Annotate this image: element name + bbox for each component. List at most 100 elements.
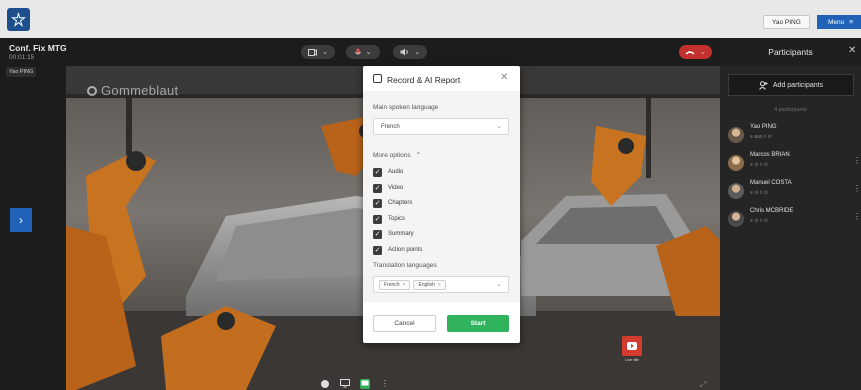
chevron-up-icon: ⌃ xyxy=(415,152,422,159)
avatar xyxy=(728,127,744,143)
dialog-header: Record & AI Report ✕ xyxy=(363,66,520,91)
option-label: Action points xyxy=(388,247,423,253)
option-video[interactable]: ✓ Video xyxy=(373,183,403,193)
speaker-icon xyxy=(400,48,408,56)
record-icon[interactable] xyxy=(320,379,330,389)
dialog-footer: Cancel Start xyxy=(363,302,520,343)
participants-title: Participants xyxy=(768,47,813,57)
translation-tag[interactable]: French × xyxy=(379,279,411,290)
participant-status: ≡ ⊙ ◊ ⊙ xyxy=(750,190,768,196)
translation-tag[interactable]: English × xyxy=(413,279,446,290)
more-options-toggle[interactable]: More options ⌃ xyxy=(373,151,422,160)
language-select[interactable]: French ⌄ xyxy=(373,118,509,135)
chevron-down-icon: ⌄ xyxy=(496,281,502,288)
remove-tag-icon[interactable]: × xyxy=(403,282,406,288)
record-report-icon xyxy=(373,74,382,83)
participant-row[interactable]: Yao PING ≡ aux ◊ ⊙ xyxy=(725,124,861,150)
speaker-toggle[interactable]: ⌄ xyxy=(393,45,427,59)
dialog-title: Record & AI Report xyxy=(387,75,461,85)
hang-up-icon xyxy=(685,50,695,54)
watermark-text: Gommeblaut xyxy=(101,83,179,98)
more-options-icon[interactable]: ⋮ xyxy=(853,184,861,193)
video-watermark: Gommeblaut xyxy=(87,83,178,98)
tag-label: English xyxy=(418,281,435,288)
chat-icon[interactable] xyxy=(360,378,370,389)
checkbox-checked-icon: ✓ xyxy=(373,214,382,224)
option-audio[interactable]: ✓ Audio xyxy=(373,167,403,177)
expand-icon[interactable]: ⤢ xyxy=(700,380,706,390)
avatar xyxy=(728,183,744,199)
participant-name: Manuel COSTA xyxy=(750,180,792,186)
translation-label: Translation languages xyxy=(373,262,437,269)
option-label: Chapters xyxy=(388,200,413,206)
add-participants-button[interactable]: Add participants xyxy=(728,74,854,96)
bottom-toolbar: ⋮ xyxy=(320,377,390,390)
cancel-button[interactable]: Cancel xyxy=(373,315,436,332)
remove-tag-icon[interactable]: × xyxy=(438,282,441,288)
more-options-icon[interactable]: ⋮ xyxy=(853,212,861,221)
more-options-label: More options xyxy=(373,151,411,159)
participant-row[interactable]: Marcos BRIAN ≡ ⊙ ◊ ⊙ ⋮ xyxy=(725,152,861,178)
participant-name: Chris MCBRIDE xyxy=(750,208,794,214)
participant-row[interactable]: Manuel COSTA ≡ ⊙ ◊ ⊙ ⋮ xyxy=(725,180,861,206)
participant-row[interactable]: Chris MCBRIDE ≡ ⊙ ◊ ⊙ ⋮ xyxy=(725,208,861,234)
self-name-chip: Yao PING xyxy=(6,67,37,77)
camera-toggle[interactable]: ⌄ xyxy=(301,45,335,59)
option-chapters[interactable]: ✓ Chapters xyxy=(373,198,412,208)
chevron-down-icon: ⌄ xyxy=(365,49,372,56)
app-root: Yao PING Menu ≡ Conf. Fix MTG 00:01:15 ⌄… xyxy=(0,0,861,390)
option-label: Summary xyxy=(388,231,414,237)
add-person-icon xyxy=(758,80,768,90)
avatar xyxy=(728,155,744,171)
translation-select[interactable]: French × English × ⌄ xyxy=(373,276,509,293)
option-summary[interactable]: ✓ Summary xyxy=(373,229,414,239)
avatar xyxy=(728,211,744,227)
record-ai-report-dialog: Record & AI Report ✕ Main spoken languag… xyxy=(363,66,520,343)
close-icon[interactable]: ✕ xyxy=(500,72,508,83)
more-options-icon[interactable]: ⋮ xyxy=(853,156,861,165)
option-topics[interactable]: ✓ Topics xyxy=(373,214,405,224)
conference-timer: 00:01:15 xyxy=(9,54,35,61)
checkbox-checked-icon: ✓ xyxy=(373,198,382,208)
checkbox-checked-icon: ✓ xyxy=(373,245,382,255)
live-tile-badge[interactable] xyxy=(622,336,642,356)
user-name-chip[interactable]: Yao PING xyxy=(763,15,810,29)
participants-panel: Participants ✕ Add participants 4 partic… xyxy=(720,38,861,390)
microphone-toggle[interactable]: ⌄ xyxy=(346,45,380,59)
logo-star-icon xyxy=(11,12,26,27)
more-icon[interactable]: ⋮ xyxy=(380,379,390,389)
play-icon xyxy=(627,342,637,350)
hamburger-icon: ≡ xyxy=(849,18,854,26)
screen-share-icon[interactable] xyxy=(340,379,350,389)
chevron-right-icon: › xyxy=(19,213,23,227)
start-button[interactable]: Start xyxy=(447,315,509,332)
language-value: French xyxy=(381,123,400,130)
menu-label: Menu xyxy=(828,18,845,26)
chevron-down-icon: ⌄ xyxy=(496,123,502,130)
app-logo[interactable] xyxy=(7,8,30,31)
top-header-bar: Yao PING Menu ≡ xyxy=(0,0,861,38)
close-icon[interactable]: ✕ xyxy=(848,45,856,56)
participant-status: ≡ ⊙ ◊ ⊙ xyxy=(750,162,768,168)
checkbox-checked-icon: ✓ xyxy=(373,167,382,177)
option-label: Topics xyxy=(388,216,406,222)
hang-up-button[interactable]: ⌄ xyxy=(679,45,712,59)
conference-title: Conf. Fix MTG xyxy=(9,43,67,53)
tag-label: French xyxy=(384,281,400,288)
option-label: Audio xyxy=(388,169,404,175)
camera-icon xyxy=(308,48,318,56)
live-tile-label: Live tile xyxy=(625,357,639,362)
participant-name: Yao PING xyxy=(750,124,777,130)
menu-button[interactable]: Menu ≡ xyxy=(817,15,861,29)
side-panel-toggle[interactable]: › xyxy=(10,208,32,232)
chevron-down-icon: ⌄ xyxy=(414,49,420,56)
chevron-down-icon: ⌄ xyxy=(322,49,328,56)
chevron-down-icon: ⌄ xyxy=(700,49,706,56)
participant-status: ≡ ⊙ ◊ ⊙ xyxy=(750,218,768,224)
microphone-icon xyxy=(354,48,361,54)
participant-name: Marcos BRIAN xyxy=(750,152,790,158)
checkbox-checked-icon: ✓ xyxy=(373,183,382,193)
participants-count: 4 participants xyxy=(774,107,807,113)
add-participants-label: Add participants xyxy=(772,81,824,89)
option-action-points[interactable]: ✓ Action points xyxy=(373,245,422,255)
